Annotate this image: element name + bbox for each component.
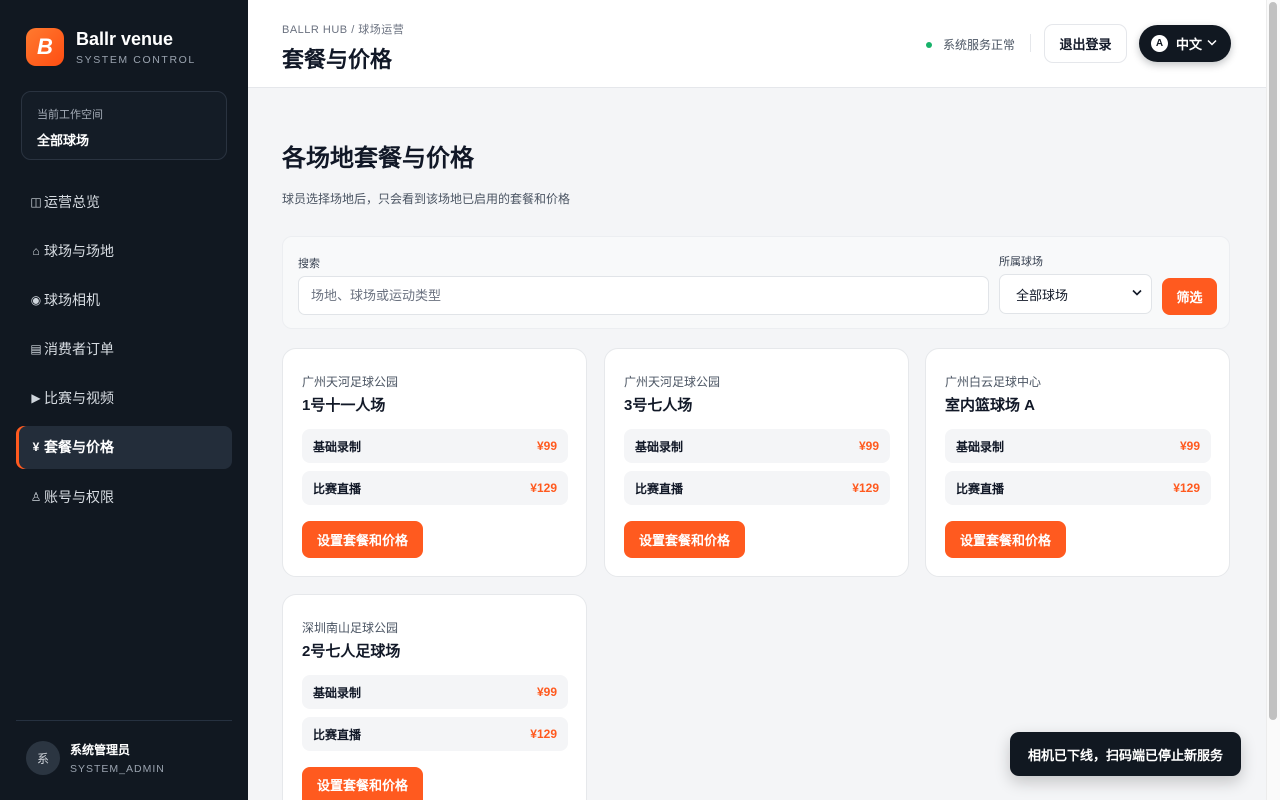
card-field-name: 1号十一人场 — [302, 397, 386, 414]
set-pricing-button[interactable]: 设置套餐和价格 — [624, 521, 745, 558]
set-pricing-button[interactable]: 设置套餐和价格 — [302, 521, 423, 558]
plan-name: 基础录制 — [956, 439, 1005, 454]
card-venue: 深圳南山足球公园 — [302, 621, 399, 635]
sidebar-nav: ◫ 运营总览 ⌂ 球场与场地 ◉ 球场相机 ▤ 消费者订单 ▶ 比赛与视频 ¥ 套餐与价格 … — [16, 180, 232, 524]
logout-button[interactable]: 退出登录 — [1044, 24, 1127, 63]
plan-row: 比赛直播 ¥129 — [302, 471, 568, 505]
user-name: 系统管理员 — [70, 743, 131, 757]
sidebar-item-label: 套餐与价格 — [44, 439, 114, 456]
sidebar-item-orders[interactable]: ▤ 消费者订单 — [16, 328, 232, 371]
plan-price: ¥129 — [530, 481, 557, 495]
chevron-down-icon — [1132, 287, 1142, 299]
plan-row: 比赛直播 ¥129 — [302, 717, 568, 751]
sidebar-item-cameras[interactable]: ◉ 球场相机 — [16, 278, 232, 321]
plan-name: 比赛直播 — [313, 727, 362, 742]
section-description: 球员选择场地后，只会看到该场地已启用的套餐和价格 — [282, 192, 571, 206]
plan-price: ¥129 — [1173, 481, 1200, 495]
plan-name: 比赛直播 — [635, 481, 684, 496]
venue-filter-label: 所属球场 — [999, 256, 1043, 268]
brand-name: Ballr venue — [76, 28, 174, 49]
search-input[interactable] — [298, 276, 989, 315]
sidebar-item-label: 球场与场地 — [44, 242, 114, 259]
top-header: BALLR HUB / 球场运营 套餐与价格 系统服务正常 退出登录 A 中文 — [248, 0, 1280, 88]
chevron-down-icon — [1207, 38, 1217, 49]
plan-name: 基础录制 — [635, 439, 684, 454]
sidebar-item-label: 消费者订单 — [44, 341, 114, 358]
sidebar-divider — [16, 720, 232, 721]
orders-icon: ▤ — [30, 342, 42, 357]
plan-row: 基础录制 ¥99 — [945, 429, 1211, 463]
plan-price: ¥129 — [852, 481, 879, 495]
card-venue: 广州天河足球公园 — [302, 375, 399, 389]
plan-row: 基础录制 ¥99 — [624, 429, 890, 463]
plan-price: ¥99 — [536, 439, 557, 453]
workspace-value: 全部球场 — [37, 133, 90, 148]
overview-icon: ◫ — [30, 194, 42, 209]
plan-name: 比赛直播 — [313, 481, 362, 496]
section-title: 各场地套餐与价格 — [282, 145, 474, 172]
toast-notification: 相机已下线，扫码端已停止新服务 — [1010, 732, 1241, 776]
brand-subtitle: SYSTEM CONTROL — [76, 53, 196, 66]
set-pricing-button[interactable]: 设置套餐和价格 — [302, 767, 423, 800]
filter-panel: 搜索 所属球场 全部球场 筛选 — [282, 236, 1230, 329]
plan-name: 比赛直播 — [956, 481, 1005, 496]
card-venue: 广州白云足球中心 — [945, 375, 1042, 389]
brand[interactable]: B Ballr venue SYSTEM CONTROL — [26, 28, 196, 66]
brand-logo: B — [26, 28, 64, 66]
user-role: SYSTEM_ADMIN — [70, 763, 165, 775]
sidebar-item-pricing[interactable]: ¥ 套餐与价格 — [16, 425, 232, 469]
card-field-name: 室内篮球场 A — [945, 397, 1036, 414]
card-field-name: 3号七人场 — [624, 397, 693, 414]
venue-card: 深圳南山足球公园 2号七人足球场 基础录制 ¥99 比赛直播 ¥129 设置套餐… — [282, 594, 587, 800]
avatar: 系 — [26, 741, 60, 775]
plan-name: 基础录制 — [313, 685, 362, 700]
user-profile[interactable]: 系 系统管理员 SYSTEM_ADMIN — [26, 741, 165, 775]
play-icon: ▶ — [31, 391, 41, 406]
user-icon: ♙ — [30, 489, 42, 504]
language-label: 中文 — [1176, 37, 1203, 52]
plan-row: 比赛直播 ¥129 — [945, 471, 1211, 505]
search-label: 搜索 — [298, 258, 320, 270]
card-field-name: 2号七人足球场 — [302, 643, 401, 660]
plan-row: 比赛直播 ¥129 — [624, 471, 890, 505]
plan-price: ¥99 — [1179, 439, 1200, 453]
card-venue: 广州天河足球公园 — [624, 375, 721, 389]
page-title: 套餐与价格 — [282, 47, 393, 72]
plan-price: ¥99 — [858, 439, 879, 453]
plan-price: ¥129 — [530, 727, 557, 741]
filter-button[interactable]: 筛选 — [1162, 278, 1217, 315]
scrollbar-thumb[interactable] — [1269, 2, 1277, 720]
language-switcher[interactable]: A 中文 — [1139, 25, 1231, 62]
home-icon: ⌂ — [32, 243, 40, 258]
sidebar-item-matches[interactable]: ▶ 比赛与视频 — [16, 377, 232, 420]
workspace-switcher[interactable]: 当前工作空间 全部球场 — [21, 91, 227, 160]
sidebar-item-venues[interactable]: ⌂ 球场与场地 — [16, 229, 232, 272]
breadcrumb: BALLR HUB / 球场运营 — [282, 24, 405, 36]
sidebar-item-label: 球场相机 — [44, 291, 100, 308]
sidebar-item-label: 运营总览 — [44, 193, 100, 210]
venue-card: 广州天河足球公园 3号七人场 基础录制 ¥99 比赛直播 ¥129 设置套餐和价… — [604, 348, 909, 577]
workspace-label: 当前工作空间 — [37, 109, 103, 121]
venue-card: 广州白云足球中心 室内篮球场 A 基础录制 ¥99 比赛直播 ¥129 设置套餐… — [925, 348, 1230, 577]
sidebar-item-accounts[interactable]: ♙ 账号与权限 — [16, 475, 232, 518]
sidebar-item-label: 比赛与视频 — [44, 390, 114, 407]
system-status: 系统服务正常 — [926, 36, 1015, 53]
plan-price: ¥99 — [536, 685, 557, 699]
set-pricing-button[interactable]: 设置套餐和价格 — [945, 521, 1066, 558]
status-dot-icon — [926, 41, 932, 48]
venue-select[interactable]: 全部球场 — [999, 274, 1152, 314]
venue-card: 广州天河足球公园 1号十一人场 基础录制 ¥99 比赛直播 ¥129 设置套餐和… — [282, 348, 587, 577]
plan-row: 基础录制 ¥99 — [302, 675, 568, 709]
yen-icon: ¥ — [32, 440, 40, 455]
sidebar: B Ballr venue SYSTEM CONTROL 当前工作空间 全部球场… — [0, 0, 248, 800]
plan-row: 基础录制 ¥99 — [302, 429, 568, 463]
venue-select-value: 全部球场 — [1016, 287, 1069, 303]
header-divider — [1030, 34, 1031, 52]
sidebar-item-overview[interactable]: ◫ 运营总览 — [16, 180, 232, 223]
sidebar-item-label: 账号与权限 — [44, 488, 114, 505]
status-text: 系统服务正常 — [943, 38, 1016, 52]
camera-icon: ◉ — [30, 292, 42, 307]
language-icon: A — [1151, 35, 1168, 52]
plan-name: 基础录制 — [313, 439, 362, 454]
